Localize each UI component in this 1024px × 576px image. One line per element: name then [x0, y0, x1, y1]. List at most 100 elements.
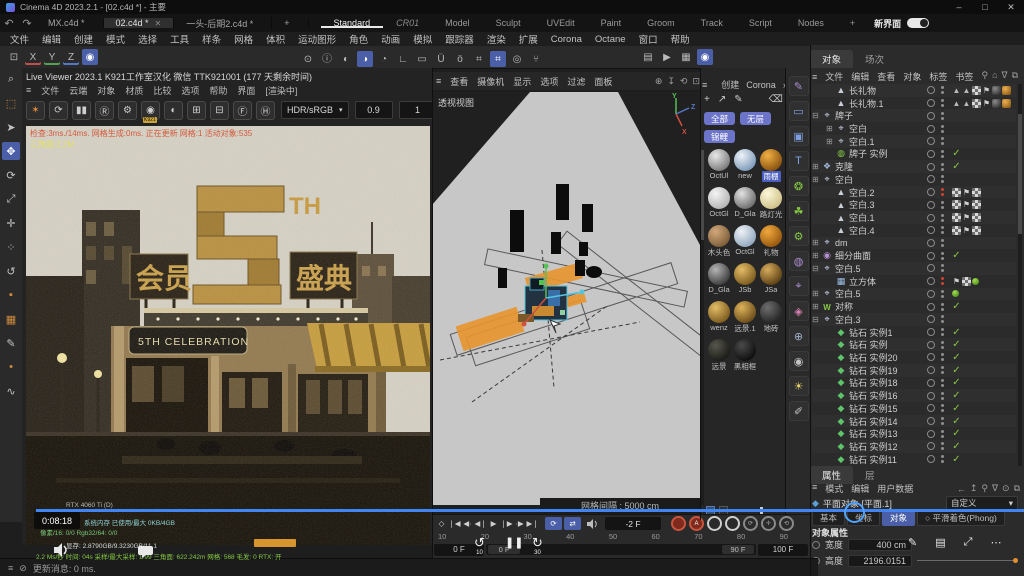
viewport-menu-item[interactable]: 选项 — [540, 75, 558, 88]
layout-tab[interactable]: Nodes — [785, 18, 837, 28]
menu-item[interactable]: Corona — [551, 34, 582, 45]
attribute-menu-item[interactable]: 编辑 — [851, 482, 869, 495]
render-icon[interactable]: ▶ — [659, 49, 675, 65]
create-icon[interactable]: ✐ — [789, 401, 809, 421]
layout-tab[interactable]: Paint — [588, 18, 635, 28]
tag-icon[interactable] — [952, 404, 961, 413]
enable-toggle[interactable] — [927, 290, 935, 298]
enable-toggle[interactable] — [927, 328, 935, 336]
visibility-dots[interactable] — [941, 392, 944, 395]
tag-icon[interactable] — [982, 99, 991, 108]
chat-icon[interactable] — [138, 546, 153, 558]
enable-toggle[interactable] — [927, 264, 935, 272]
object-manager-menu-item[interactable]: 文件 — [825, 70, 843, 83]
record-button[interactable] — [707, 516, 722, 531]
menu-item[interactable]: 选择 — [138, 32, 157, 46]
material-sphere[interactable] — [734, 263, 756, 285]
object-name[interactable]: 长礼物 — [849, 84, 876, 97]
tag-icon[interactable] — [992, 99, 1001, 108]
tag-icon[interactable] — [972, 200, 981, 209]
hamburger-icon[interactable]: ≡ — [436, 76, 441, 86]
material-item[interactable]: 雨棚 — [758, 148, 784, 186]
object-tree-row[interactable]: ⊞ 克隆 — [812, 160, 1016, 173]
object-tree-row[interactable]: ⊟ 牌子 — [812, 109, 1016, 122]
mute-icon[interactable] — [54, 543, 70, 557]
viewport-corner-icon[interactable]: ⟲ — [680, 76, 688, 87]
tag-icon[interactable] — [952, 302, 961, 311]
object-tree-row[interactable]: 空白.4 — [812, 224, 1016, 237]
visibility-dots[interactable] — [941, 201, 944, 204]
layout-tab[interactable]: Groom — [634, 18, 688, 28]
attribute-menu-item[interactable]: 模式 — [825, 482, 843, 495]
create-icon[interactable]: ◈ — [789, 301, 809, 321]
maximize-button[interactable]: □ — [972, 2, 998, 13]
tag-icon[interactable] — [952, 277, 961, 286]
live-viewer-menu-item[interactable]: 比较 — [153, 84, 171, 97]
visibility-dots[interactable] — [941, 328, 944, 331]
expander-icon[interactable]: ⊞ — [812, 238, 821, 247]
record-button[interactable]: A — [689, 516, 704, 531]
render-icon[interactable]: ▦ — [678, 49, 694, 65]
material-sphere[interactable] — [734, 187, 756, 209]
toolbar-icon[interactable]: Z — [63, 49, 79, 65]
object-tree-row[interactable]: 钻石 实例15 — [812, 402, 1016, 415]
tag-icon[interactable] — [1002, 99, 1011, 108]
object-tree-row[interactable]: 立方体 — [812, 275, 1016, 288]
hamburger-icon[interactable]: ≡ — [8, 563, 13, 573]
hamburger-icon[interactable]: ≡ — [702, 80, 707, 90]
transport-button[interactable]: ◇ — [435, 517, 448, 530]
tag-list[interactable] — [952, 429, 1016, 438]
tag-icon[interactable] — [952, 290, 959, 297]
toolbar-icon[interactable]: Ü — [433, 51, 449, 67]
object-name[interactable]: 钻石 实例 — [849, 338, 888, 351]
toolbar-icon[interactable]: ◎ — [509, 51, 525, 67]
tag-icon[interactable] — [952, 226, 961, 235]
enable-toggle[interactable] — [927, 430, 935, 438]
exposure-field[interactable]: 1 — [399, 101, 437, 119]
expander-icon[interactable]: ⊞ — [812, 175, 821, 184]
material-item[interactable]: D_Gla — [732, 186, 758, 224]
enable-toggle[interactable] — [927, 404, 935, 412]
toolbar-icon[interactable]: ⓘ — [319, 49, 335, 65]
visibility-dots[interactable] — [941, 290, 944, 293]
tag-icon[interactable] — [952, 353, 961, 362]
material-label[interactable]: JSb — [739, 285, 752, 294]
object-name[interactable]: 牌子 实例 — [849, 147, 888, 160]
tool-icon[interactable]: ⤢ — [2, 190, 20, 208]
visibility-dots[interactable] — [941, 188, 944, 191]
visibility-dots[interactable] — [941, 341, 944, 344]
live-viewer-menu-item[interactable]: 帮助 — [209, 84, 227, 97]
pencil-icon[interactable]: ✎ — [908, 536, 917, 549]
tag-icon[interactable] — [972, 86, 981, 95]
expander-icon[interactable]: ⊞ — [812, 302, 821, 311]
enable-toggle[interactable] — [927, 214, 935, 222]
object-name[interactable]: 钻石 实例20 — [849, 351, 898, 364]
material-tool-icon[interactable]: + — [704, 94, 710, 105]
live-viewer-tool-icon[interactable]: ⊞ — [187, 101, 206, 120]
object-name[interactable]: 立方体 — [849, 275, 876, 288]
expander-icon[interactable]: ⊟ — [812, 315, 821, 324]
timeline-ruler[interactable]: 102030405060708090 — [438, 532, 788, 541]
live-viewer-tool-icon[interactable]: Ⓗ — [256, 101, 275, 120]
tag-list[interactable] — [952, 251, 1016, 260]
hamburger-icon[interactable]: ≡ — [26, 85, 31, 95]
object-name[interactable]: 钻石 实例19 — [849, 364, 898, 377]
visibility-dots[interactable] — [941, 353, 944, 356]
enable-toggle[interactable] — [927, 226, 935, 234]
object-tree-row[interactable]: 空白.1 — [812, 211, 1016, 224]
material-sphere[interactable] — [734, 301, 756, 323]
tag-icon[interactable] — [972, 226, 981, 235]
live-viewer-tool-icon[interactable]: Ⓕ — [233, 101, 252, 120]
create-icon[interactable]: ⌖ — [789, 276, 809, 296]
tag-list[interactable] — [952, 188, 1016, 197]
render-icon[interactable]: ◉ — [697, 49, 713, 65]
transport-button[interactable]: ▶ — [487, 517, 500, 530]
material-item[interactable]: 木头色 — [706, 224, 732, 262]
menu-item[interactable]: 扩展 — [519, 32, 538, 46]
object-manager-menu-item[interactable]: 对象 — [903, 70, 921, 83]
tag-list[interactable] — [952, 340, 1016, 349]
menu-item[interactable]: 窗口 — [639, 32, 658, 46]
enable-toggle[interactable] — [927, 125, 935, 133]
menu-item[interactable]: 模拟 — [413, 32, 432, 46]
object-manager-icon[interactable]: ⚲ — [982, 70, 989, 81]
